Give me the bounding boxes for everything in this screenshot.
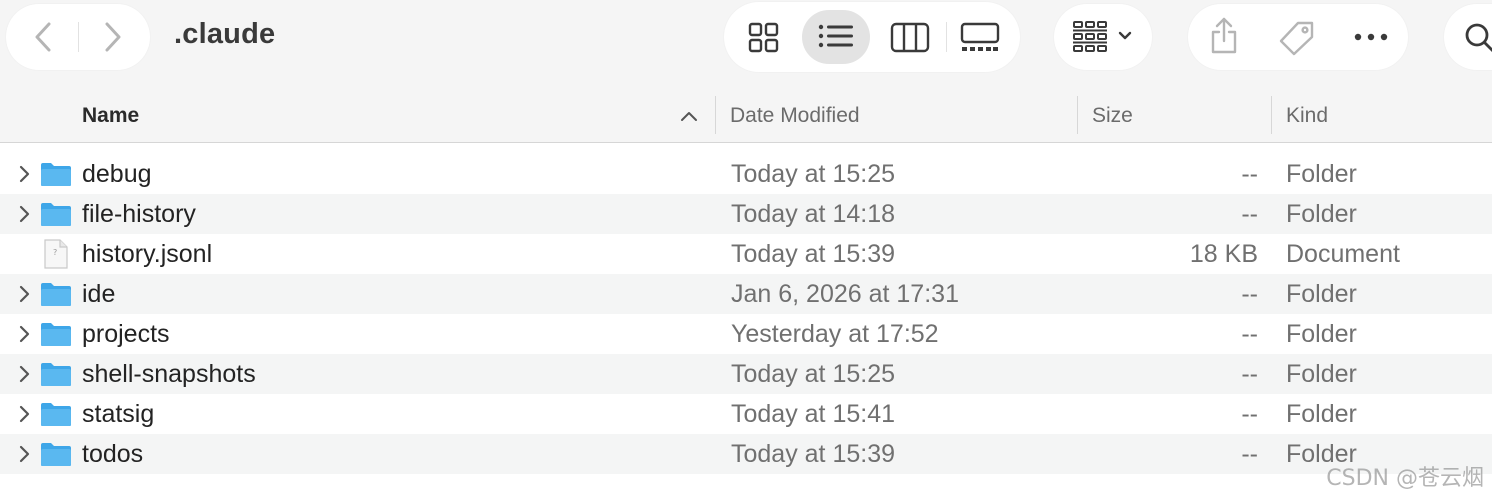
gallery-view-icon[interactable] (960, 22, 1000, 54)
file-kind: Folder (1286, 360, 1357, 388)
file-kind: Document (1286, 240, 1400, 268)
column-divider[interactable] (1271, 96, 1272, 134)
file-size: -- (1241, 400, 1258, 428)
file-row[interactable]: ? history.jsonl Today at 15:39 18 KB Doc… (0, 234, 1492, 274)
watermark: CSDN @苍云烟 (1326, 466, 1484, 491)
file-kind: Folder (1286, 400, 1357, 428)
file-name: ide (82, 280, 116, 308)
icon-view-icon[interactable] (748, 22, 780, 54)
disclosure-triangle-icon[interactable] (18, 165, 32, 188)
forward-icon[interactable] (100, 20, 126, 54)
view-separator (946, 22, 947, 52)
file-size: -- (1241, 360, 1258, 388)
search-button[interactable] (1444, 4, 1492, 70)
actions-group (1188, 4, 1408, 70)
file-row[interactable]: shell-snapshots Today at 15:25 -- Folder (0, 354, 1492, 394)
disclosure-triangle-icon[interactable] (18, 325, 32, 348)
svg-text:?: ? (53, 248, 57, 257)
toolbar: .claude (0, 0, 1492, 92)
folder-icon (40, 361, 72, 392)
share-icon[interactable] (1208, 16, 1240, 56)
file-row[interactable]: projects Yesterday at 17:52 -- Folder (0, 314, 1492, 354)
file-name: debug (82, 160, 152, 188)
file-row[interactable]: statsig Today at 15:41 -- Folder (0, 394, 1492, 434)
file-date-modified: Today at 15:25 (731, 360, 896, 388)
folder-icon (40, 441, 72, 472)
disclosure-triangle-icon[interactable] (18, 205, 32, 228)
document-icon: ? (44, 239, 68, 274)
file-name: todos (82, 440, 144, 468)
file-size: -- (1241, 280, 1258, 308)
file-size: -- (1241, 200, 1258, 228)
file-date-modified: Today at 15:25 (731, 160, 896, 188)
disclosure-triangle-icon[interactable] (18, 405, 32, 428)
file-row[interactable]: ide Jan 6, 2026 at 17:31 -- Folder (0, 274, 1492, 314)
folder-icon (40, 161, 72, 192)
file-date-modified: Yesterday at 17:52 (731, 320, 939, 348)
column-header-bar: Name Date Modified Size Kind (0, 92, 1492, 143)
file-name: file-history (82, 200, 196, 228)
search-icon[interactable] (1464, 22, 1492, 54)
disclosure-triangle-icon[interactable] (18, 365, 32, 388)
column-header-size[interactable]: Size (1092, 104, 1133, 128)
file-name: statsig (82, 400, 155, 428)
file-row[interactable]: debug Today at 15:25 -- Folder (0, 154, 1492, 194)
column-divider[interactable] (715, 96, 716, 134)
column-header-name[interactable]: Name (82, 104, 139, 128)
sort-ascending-icon (680, 109, 698, 127)
more-icon[interactable] (1354, 32, 1388, 42)
folder-icon (40, 281, 72, 312)
file-kind: Folder (1286, 160, 1357, 188)
file-name: projects (82, 320, 170, 348)
navigation-group (6, 4, 150, 70)
column-header-date-modified[interactable]: Date Modified (730, 104, 860, 128)
file-date-modified: Jan 6, 2026 at 17:31 (731, 280, 959, 308)
window-title: .claude (174, 18, 276, 50)
file-size: -- (1241, 440, 1258, 468)
file-size: 18 KB (1189, 240, 1258, 268)
file-kind: Folder (1286, 200, 1357, 228)
file-size: -- (1241, 320, 1258, 348)
file-kind: Folder (1286, 320, 1357, 348)
tag-icon[interactable] (1276, 20, 1316, 56)
file-date-modified: Today at 15:41 (731, 400, 896, 428)
group-by-icon[interactable] (1072, 20, 1112, 54)
file-row[interactable]: file-history Today at 14:18 -- Folder (0, 194, 1492, 234)
disclosure-triangle-icon[interactable] (18, 285, 32, 308)
nav-separator (78, 22, 79, 52)
folder-icon (40, 401, 72, 432)
file-date-modified: Today at 15:39 (731, 440, 896, 468)
folder-icon (40, 321, 72, 352)
file-date-modified: Today at 15:39 (731, 240, 896, 268)
view-mode-group (724, 2, 1020, 72)
group-by-button[interactable] (1054, 4, 1152, 70)
folder-icon (40, 201, 72, 232)
file-row[interactable]: todos Today at 15:39 -- Folder (0, 434, 1492, 474)
column-divider[interactable] (1077, 96, 1078, 134)
file-name: history.jsonl (82, 240, 213, 268)
back-icon[interactable] (30, 20, 56, 54)
disclosure-triangle-icon[interactable] (18, 445, 32, 468)
list-view-icon[interactable] (818, 22, 854, 54)
chevron-down-icon (1118, 31, 1132, 41)
column-header-kind[interactable]: Kind (1286, 104, 1328, 128)
file-size: -- (1241, 160, 1258, 188)
file-date-modified: Today at 14:18 (731, 200, 896, 228)
column-view-icon[interactable] (890, 22, 930, 54)
file-name: shell-snapshots (82, 360, 256, 388)
file-kind: Folder (1286, 280, 1357, 308)
